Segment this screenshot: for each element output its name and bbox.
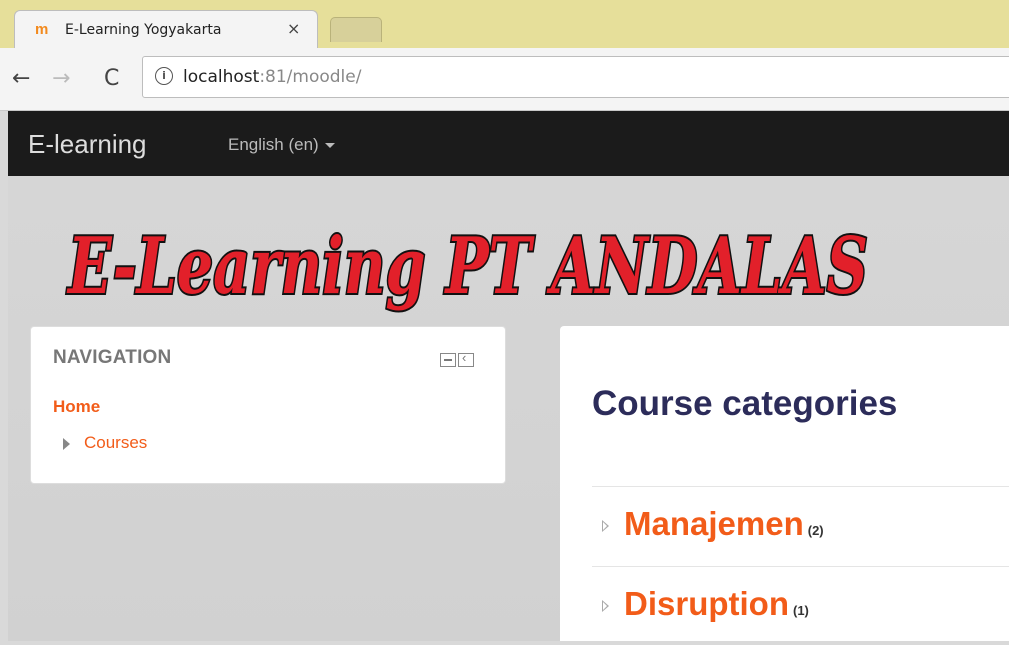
block-title: NAVIGATION (53, 347, 172, 368)
site-navbar: E-learning English (en) (8, 111, 1009, 176)
expand-triangle-icon (63, 437, 70, 450)
new-tab-button[interactable] (330, 17, 382, 42)
category-row: Manajemen (2) (592, 486, 1009, 565)
collapse-block-icon[interactable] (440, 353, 456, 367)
forward-arrow-icon[interactable]: → (52, 68, 70, 90)
address-bar[interactable]: i localhost:81/moodle/ (142, 56, 1009, 98)
logo-text: E-Learning PT ANDALAS (67, 221, 868, 312)
category-row: Disruption (1) (592, 566, 1009, 645)
moodle-favicon-icon: m (35, 21, 48, 38)
site-logo: E-Learning PT ANDALAS (60, 195, 880, 325)
language-menu[interactable]: English (en) (228, 135, 335, 155)
url-text[interactable]: localhost:81/moodle/ (183, 67, 361, 87)
block-controls (440, 350, 476, 372)
page-title: Course categories (592, 384, 898, 423)
navigation-block: NAVIGATION Home Courses (30, 326, 506, 484)
nav-courses-item[interactable]: Courses (63, 433, 147, 453)
dock-block-icon[interactable] (458, 350, 474, 367)
logo-graphic: E-Learning PT ANDALAS (65, 219, 870, 314)
category-link[interactable]: Manajemen (2) (624, 505, 824, 543)
back-arrow-icon[interactable]: ← (12, 68, 30, 90)
reload-icon[interactable]: C (104, 68, 119, 90)
site-brand-link[interactable]: E-learning (28, 129, 147, 160)
browser-tab[interactable]: m E-Learning Yogyakarta × (14, 10, 318, 49)
browser-toolbar: ← → C i localhost:81/moodle/ (0, 48, 1009, 111)
close-tab-icon[interactable]: × (287, 19, 300, 38)
nav-home-link[interactable]: Home (53, 397, 100, 417)
expand-category-icon[interactable] (602, 520, 609, 532)
main-content: Course categories Manajemen (2) Disruptio… (560, 326, 1009, 641)
caret-down-icon (324, 143, 335, 149)
category-count: (2) (807, 523, 824, 538)
info-icon[interactable]: i (155, 67, 173, 85)
expand-category-icon[interactable] (602, 600, 609, 612)
category-count: (1) (792, 603, 809, 618)
category-link[interactable]: Disruption (1) (624, 585, 809, 623)
tab-title: E-Learning Yogyakarta (65, 22, 222, 38)
browser-tab-bar: m E-Learning Yogyakarta × (0, 0, 1009, 49)
